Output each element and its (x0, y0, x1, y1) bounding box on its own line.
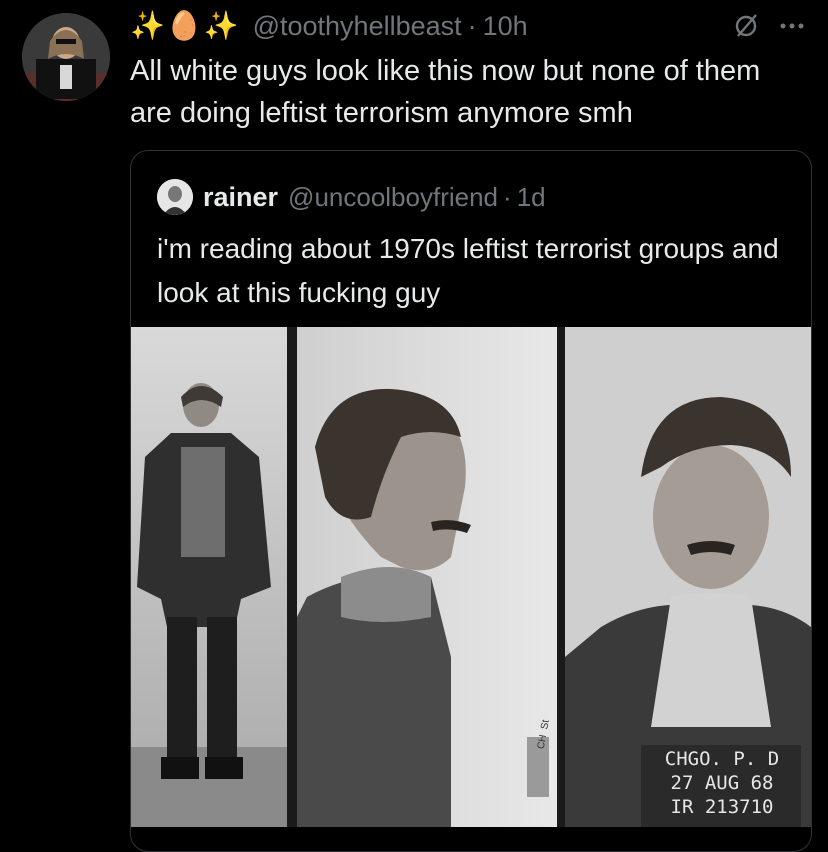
mugshot-photo[interactable]: CHGO. P. D 27 AUG 68 IR 213710 CH St (131, 327, 811, 827)
placard-line1: CHGO. P. D (664, 748, 780, 770)
separator-dot: · (467, 10, 477, 41)
more-dots-icon[interactable] (774, 8, 810, 44)
quoted-tweet[interactable]: rainer @uncoolboyfriend · 1d i'm reading… (130, 150, 812, 852)
quoted-tweet-header: rainer @uncoolboyfriend · 1d (157, 179, 546, 215)
quoted-author-avatar[interactable] (157, 179, 193, 215)
separator-dot: · (503, 181, 512, 212)
quoted-timestamp[interactable]: 1d (517, 182, 546, 213)
quoted-tweet-text: i'm reading about 1970s leftist terroris… (157, 233, 779, 308)
tweet-text: All white guys look like this now but no… (130, 55, 761, 129)
quoted-author-handle[interactable]: @uncoolboyfriend (288, 182, 498, 213)
quoted-author-name[interactable]: rainer (203, 182, 278, 213)
placard-line3: IR 213710 (670, 796, 774, 818)
placard: CHGO. P. D 27 AUG 68 IR 213710 (647, 747, 797, 819)
placard-line2: 27 AUG 68 (670, 772, 774, 794)
author-avatar[interactable] (22, 13, 110, 101)
tweet-header: ✨🥚✨ @toothyhellbeast · 10h (130, 8, 810, 44)
display-name[interactable]: ✨🥚✨ (130, 8, 241, 44)
timestamp[interactable]: 10h (483, 11, 528, 42)
author-handle[interactable]: @toothyhellbeast (253, 8, 462, 44)
slashed-circle-icon[interactable] (732, 12, 760, 40)
